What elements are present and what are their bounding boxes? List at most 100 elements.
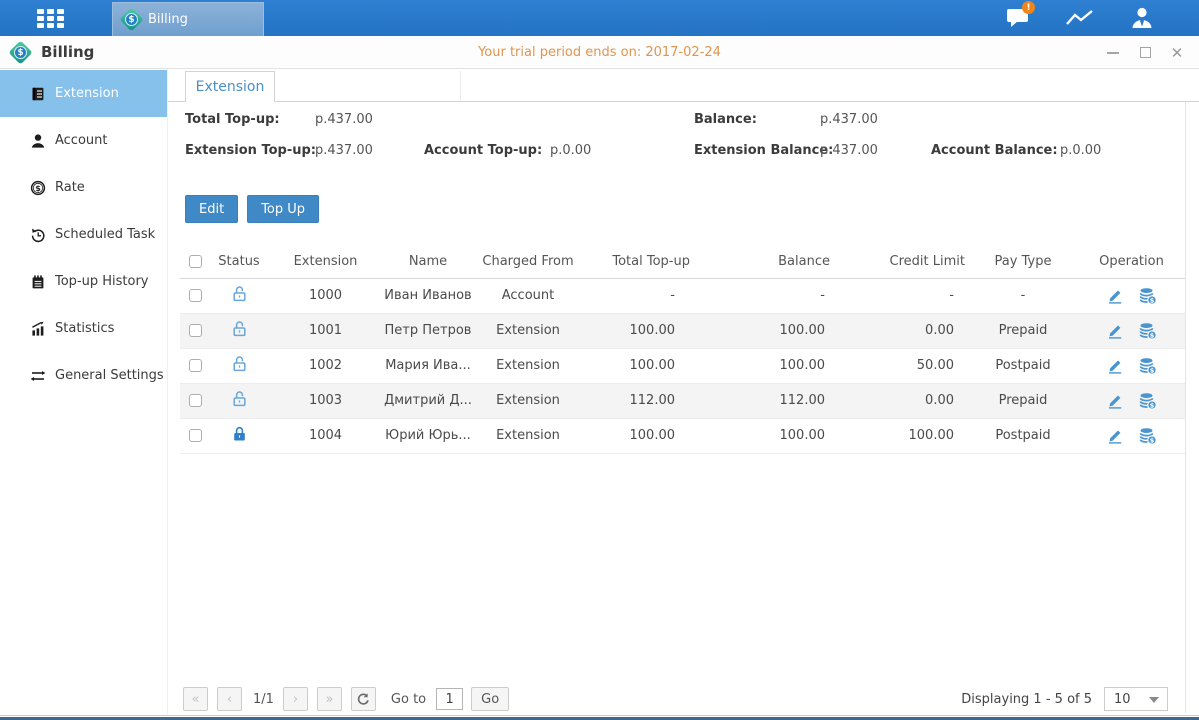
edit-row-icon[interactable] (1106, 392, 1124, 410)
close-icon[interactable]: ✕ (1169, 45, 1185, 61)
billing-app-window: $ Billing ! (0, 0, 1199, 720)
row-checkbox[interactable] (189, 324, 202, 337)
svg-text:$: $ (1150, 296, 1155, 304)
edit-row-icon[interactable] (1106, 357, 1124, 375)
cell-extension: 1002 (268, 348, 383, 383)
taskbar-tab-billing[interactable]: $ Billing (112, 2, 264, 36)
col-header-balance: Balance (693, 245, 833, 278)
window-billing-icon: $ (8, 40, 32, 64)
page-size-select[interactable]: 10 (1104, 687, 1168, 711)
edit-row-icon[interactable] (1106, 427, 1124, 445)
col-header-status: Status (210, 245, 268, 278)
cell-pay-type: Prepaid (968, 383, 1078, 418)
panel-right-border (1185, 102, 1186, 713)
cell-total-topup: - (583, 278, 693, 313)
row-checkbox[interactable] (189, 429, 202, 442)
statistics-chart-icon[interactable] (1063, 5, 1097, 31)
extension-table: Status Extension Name Charged From Total… (180, 245, 1185, 454)
last-page-button[interactable]: » (317, 687, 342, 711)
prev-page-button[interactable]: ‹ (217, 687, 242, 711)
top-up-row-icon[interactable]: $ (1139, 357, 1157, 375)
double-chevron-right-icon: » (325, 692, 333, 707)
extension-balance-label: Extension Balance: (694, 139, 833, 161)
row-checkbox[interactable] (189, 289, 202, 302)
cell-name: Мария Ива... (383, 348, 473, 383)
col-header-pay-type: Pay Type (968, 245, 1078, 278)
sidebar-item-general-settings[interactable]: General Settings (0, 352, 167, 399)
topbar-right-icons: ! (1001, 0, 1159, 36)
cell-pay-type: Prepaid (968, 313, 1078, 348)
taskbar-tab-label: Billing (148, 12, 188, 27)
cell-charged-from: Extension (473, 383, 583, 418)
sidebar-item-label: Account (55, 133, 108, 148)
top-up-button[interactable]: Top Up (247, 195, 319, 223)
cell-pay-type: Postpaid (968, 348, 1078, 383)
billing-app-icon: $ (119, 7, 143, 31)
cell-credit-limit: 100.00 (833, 418, 968, 453)
window-titlebar: $ Billing Your trial period ends on: 201… (0, 36, 1199, 69)
account-topup-label: Account Top-up: (424, 139, 542, 161)
cell-credit-limit: 0.00 (833, 313, 968, 348)
sidebar-item-scheduled-task[interactable]: Scheduled Task (0, 211, 167, 258)
row-checkbox[interactable] (189, 394, 202, 407)
pagination-bar: « ‹ 1/1 › » Go to Go Displaying 1 - 5 of… (183, 686, 1185, 712)
window-controls: ✕ (1105, 36, 1185, 69)
cell-balance: 100.00 (693, 348, 833, 383)
cell-name: Дмитрий Д... (383, 383, 473, 418)
topup-history-icon (30, 274, 46, 290)
cell-charged-from: Extension (473, 418, 583, 453)
col-header-total-topup: Total Top-up (583, 245, 693, 278)
total-topup-value: p.437.00 (315, 108, 373, 130)
cell-total-topup: 112.00 (583, 383, 693, 418)
top-up-row-icon[interactable]: $ (1139, 322, 1157, 340)
table-row: 1002 Мария Ива... Extension 100.00 100.0… (180, 348, 1185, 383)
sidebar-item-label: Rate (55, 180, 85, 195)
col-header-extension: Extension (268, 245, 383, 278)
select-all-checkbox[interactable] (189, 255, 202, 268)
top-up-row-icon[interactable]: $ (1139, 287, 1157, 305)
app-launcher-icon[interactable] (37, 9, 67, 28)
cell-balance: 100.00 (693, 313, 833, 348)
next-page-button[interactable]: › (283, 687, 308, 711)
table-header-row: Status Extension Name Charged From Total… (180, 245, 1185, 278)
page-size-value: 10 (1114, 692, 1131, 707)
edit-button[interactable]: Edit (185, 195, 238, 223)
sidebar-item-topup-history[interactable]: Top-up History (0, 258, 167, 305)
user-account-icon[interactable] (1125, 5, 1159, 31)
sidebar-item-label: Top-up History (55, 274, 149, 289)
svg-text:$: $ (35, 184, 41, 193)
edit-row-icon[interactable] (1106, 287, 1124, 305)
goto-page-input[interactable] (436, 688, 463, 710)
extension-balance-value: p.437.00 (820, 139, 878, 161)
svg-text:$: $ (1150, 331, 1155, 339)
chevron-right-icon: › (293, 692, 298, 707)
locked-icon (231, 425, 248, 442)
tab-strip: Extension (168, 69, 1199, 102)
sidebar-item-label: Statistics (55, 321, 114, 336)
account-icon (30, 133, 46, 149)
cell-extension: 1001 (268, 313, 383, 348)
top-up-row-icon[interactable]: $ (1139, 392, 1157, 410)
edit-row-icon[interactable] (1106, 322, 1124, 340)
extension-topup-value: p.437.00 (315, 139, 373, 161)
row-checkbox[interactable] (189, 359, 202, 372)
unlocked-icon (231, 320, 248, 337)
refresh-icon (356, 692, 370, 706)
cell-name: Петр Петров (383, 313, 473, 348)
col-header-name: Name (383, 245, 473, 278)
sidebar-item-extension[interactable]: Extension (0, 70, 167, 117)
sidebar-item-account[interactable]: Account (0, 117, 167, 164)
account-topup-value: p.0.00 (550, 139, 591, 161)
first-page-button[interactable]: « (183, 687, 208, 711)
top-up-row-icon[interactable]: $ (1139, 427, 1157, 445)
sidebar-item-statistics[interactable]: Statistics (0, 305, 167, 352)
go-button[interactable]: Go (471, 687, 509, 711)
maximize-icon[interactable] (1137, 45, 1153, 61)
minimize-icon[interactable] (1105, 45, 1121, 61)
action-buttons: Edit Top Up (185, 195, 319, 223)
refresh-button[interactable] (351, 687, 376, 711)
notifications-icon[interactable]: ! (1001, 5, 1035, 31)
sidebar-item-rate[interactable]: $ Rate (0, 164, 167, 211)
tab-extension[interactable]: Extension (185, 71, 275, 102)
col-header-operation: Operation (1078, 245, 1185, 278)
